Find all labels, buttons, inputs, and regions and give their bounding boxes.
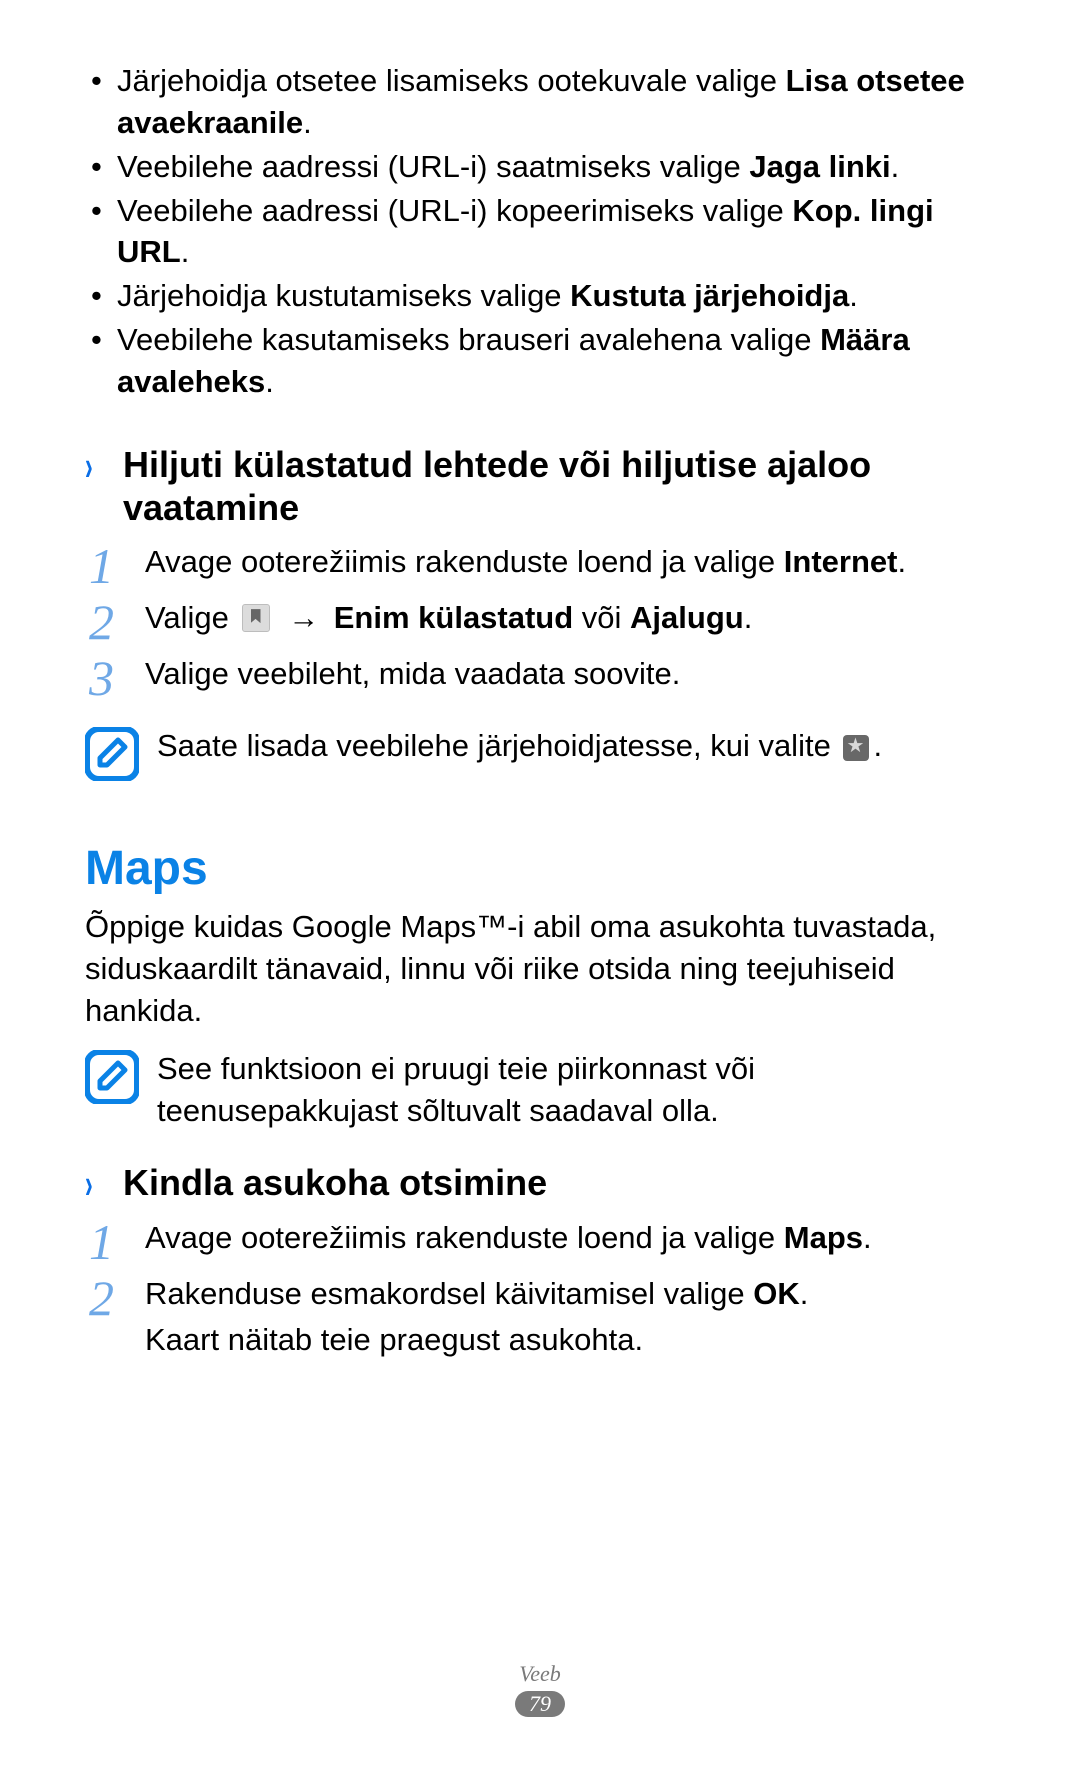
bullet-bold: Kustuta järjehoidja bbox=[570, 278, 849, 313]
step-bold: Internet bbox=[784, 544, 898, 579]
step-text-post: . bbox=[863, 1220, 872, 1255]
note-body: Saate lisada veebilehe järjehoidjatesse,… bbox=[157, 728, 839, 763]
bullet-list: Järjehoidja otsetee lisamiseks ootekuval… bbox=[85, 60, 995, 403]
manual-page: Järjehoidja otsetee lisamiseks ootekuval… bbox=[0, 0, 1080, 1771]
section-heading-search-location: › Kindla asukoha otsimine bbox=[85, 1161, 995, 1204]
step-text: Avage ooterežiimis rakenduste loend ja v… bbox=[145, 544, 784, 579]
footer-section-label: Veeb bbox=[0, 1661, 1080, 1687]
maps-intro: Õppige kuidas Google Maps™-i abil oma as… bbox=[85, 906, 995, 1032]
heading-text: Kindla asukoha otsimine bbox=[123, 1162, 547, 1203]
note-pencil-icon bbox=[85, 727, 139, 781]
page-number: 79 bbox=[515, 1691, 565, 1717]
bullet-text-post: . bbox=[181, 234, 190, 269]
step-item: 1 Avage ooterežiimis rakenduste loend ja… bbox=[85, 539, 995, 593]
bullet-text: Veebilehe kasutamiseks brauseri avalehen… bbox=[117, 322, 820, 357]
bullet-item: Järjehoidja kustutamiseks valige Kustuta… bbox=[85, 275, 995, 317]
step-number: 3 bbox=[89, 641, 114, 716]
steps-list: 1 Avage ooterežiimis rakenduste loend ja… bbox=[85, 1215, 995, 1364]
step-item: 2 Valige → Enim külastatud või Ajalugu. bbox=[85, 595, 995, 649]
step-line2: Kaart näitab teie praegust asukohta. bbox=[145, 1322, 643, 1357]
step-bold: Ajalugu bbox=[630, 600, 744, 635]
heading-text: Hiljuti külastatud lehtede või hiljutise… bbox=[123, 444, 871, 528]
step-number: 2 bbox=[89, 1261, 114, 1336]
bullet-text: Järjehoidja otsetee lisamiseks ootekuval… bbox=[117, 63, 786, 98]
step-mid: või bbox=[573, 600, 630, 635]
bullet-text: Veebilehe aadressi (URL-i) saatmiseks va… bbox=[117, 149, 749, 184]
step-bold: OK bbox=[753, 1276, 800, 1311]
bullet-text-post: . bbox=[265, 364, 274, 399]
star-icon bbox=[843, 735, 869, 761]
step-bold: Enim külastatud bbox=[334, 600, 573, 635]
chevron-right-icon: › bbox=[85, 445, 93, 487]
step-text-post: . bbox=[800, 1276, 809, 1311]
chevron-right-icon: › bbox=[85, 1163, 93, 1205]
bullet-item: Järjehoidja otsetee lisamiseks ootekuval… bbox=[85, 60, 995, 144]
step-text: Avage ooterežiimis rakenduste loend ja v… bbox=[145, 1220, 784, 1255]
bullet-text-post: . bbox=[891, 149, 900, 184]
note-pencil-icon bbox=[85, 1050, 139, 1104]
page-footer: Veeb 79 bbox=[0, 1661, 1080, 1717]
steps-list: 1 Avage ooterežiimis rakenduste loend ja… bbox=[85, 539, 995, 705]
bullet-text-post: . bbox=[849, 278, 858, 313]
step-text: Valige veebileht, mida vaadata soovite. bbox=[145, 656, 680, 691]
step-text-post: . bbox=[897, 544, 906, 579]
step-item: 1 Avage ooterežiimis rakenduste loend ja… bbox=[85, 1215, 995, 1269]
bullet-item: Veebilehe aadressi (URL-i) kopeerimiseks… bbox=[85, 190, 995, 274]
step-item: 3 Valige veebileht, mida vaadata soovite… bbox=[85, 651, 995, 705]
bullet-text: Veebilehe aadressi (URL-i) kopeerimiseks… bbox=[117, 193, 792, 228]
step-bold: Maps bbox=[784, 1220, 863, 1255]
bookmark-icon bbox=[242, 604, 270, 632]
note-text: See funktsioon ei pruugi teie piirkonnas… bbox=[157, 1048, 995, 1132]
step-text: Valige bbox=[145, 600, 238, 635]
note-block: See funktsioon ei pruugi teie piirkonnas… bbox=[85, 1048, 995, 1132]
note-block: Saate lisada veebilehe järjehoidjatesse,… bbox=[85, 725, 995, 781]
section-heading-recent: › Hiljuti külastatud lehtede või hiljuti… bbox=[85, 443, 995, 529]
section-title-maps: Maps bbox=[85, 841, 995, 896]
bullet-text-post: . bbox=[303, 105, 312, 140]
bullet-text: Järjehoidja kustutamiseks valige bbox=[117, 278, 570, 313]
step-text: Rakenduse esmakordsel käivitamisel valig… bbox=[145, 1276, 753, 1311]
note-post: . bbox=[873, 728, 882, 763]
step-item: 2 Rakenduse esmakordsel käivitamisel val… bbox=[85, 1271, 995, 1364]
bullet-item: Veebilehe kasutamiseks brauseri avalehen… bbox=[85, 319, 995, 403]
note-text: Saate lisada veebilehe järjehoidjatesse,… bbox=[157, 725, 882, 767]
bullet-bold: Jaga linki bbox=[749, 149, 890, 184]
arrow-icon: → bbox=[288, 595, 319, 642]
bullet-item: Veebilehe aadressi (URL-i) saatmiseks va… bbox=[85, 146, 995, 188]
step-text-post: . bbox=[744, 600, 753, 635]
